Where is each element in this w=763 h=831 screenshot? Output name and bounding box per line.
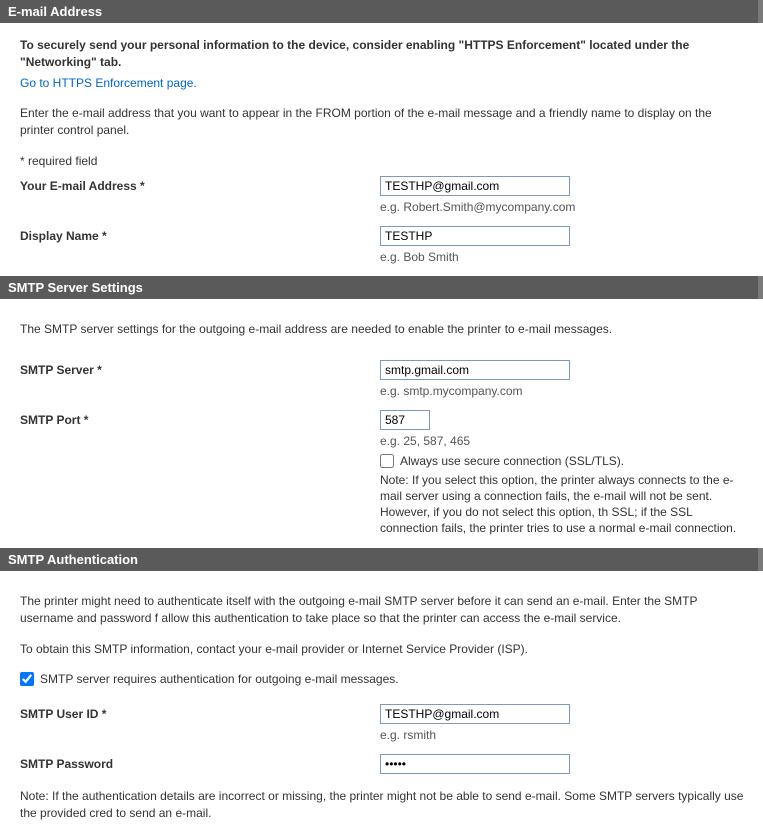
auth-required-checkbox[interactable] — [20, 672, 34, 686]
ssl-note-text: Note: If you select this option, the pri… — [380, 472, 749, 537]
smtp-password-input[interactable] — [380, 754, 570, 774]
display-name-input[interactable] — [380, 226, 570, 246]
smtp-desc-text: The SMTP server settings for the outgoin… — [20, 321, 749, 338]
email-section-content: To securely send your personal informati… — [0, 23, 763, 276]
ssl-checkbox[interactable] — [380, 454, 394, 468]
display-name-hint: e.g. Bob Smith — [380, 250, 749, 264]
section-header-smtp: SMTP Server Settings — [0, 276, 763, 299]
email-desc-text: Enter the e-mail address that you want t… — [20, 105, 749, 139]
smtp-port-label: SMTP Port * — [20, 410, 380, 427]
smtp-server-label: SMTP Server * — [20, 360, 380, 377]
smtp-section-content: The SMTP server settings for the outgoin… — [0, 299, 763, 549]
smtp-password-label: SMTP Password — [20, 754, 380, 771]
smtp-user-label: SMTP User ID * — [20, 704, 380, 721]
smtp-user-hint: e.g. rsmith — [380, 728, 749, 742]
smtp-port-input[interactable] — [380, 410, 430, 430]
display-name-label: Display Name * — [20, 226, 380, 243]
email-address-input[interactable] — [380, 176, 570, 196]
section-header-email: E-mail Address — [0, 0, 763, 23]
email-address-hint: e.g. Robert.Smith@mycompany.com — [380, 200, 749, 214]
https-intro-text: To securely send your personal informati… — [20, 37, 749, 71]
smtp-server-hint: e.g. smtp.mycompany.com — [380, 384, 749, 398]
smtp-port-hint: e.g. 25, 587, 465 — [380, 434, 749, 448]
auth-footer-note: Note: If the authentication details are … — [20, 788, 749, 822]
auth-required-checkbox-label: SMTP server requires authentication for … — [40, 672, 399, 686]
smtp-server-input[interactable] — [380, 360, 570, 380]
https-enforcement-link[interactable]: Go to HTTPS Enforcement page. — [20, 76, 197, 90]
required-field-note: * required field — [20, 153, 749, 170]
auth-desc2-text: To obtain this SMTP information, contact… — [20, 641, 749, 658]
ssl-checkbox-label: Always use secure connection (SSL/TLS). — [400, 454, 624, 468]
auth-section-content: The printer might need to authenticate i… — [0, 571, 763, 831]
email-address-label: Your E-mail Address * — [20, 176, 380, 193]
section-header-auth: SMTP Authentication — [0, 548, 763, 571]
smtp-user-input[interactable] — [380, 704, 570, 724]
auth-desc1-text: The printer might need to authenticate i… — [20, 593, 749, 627]
